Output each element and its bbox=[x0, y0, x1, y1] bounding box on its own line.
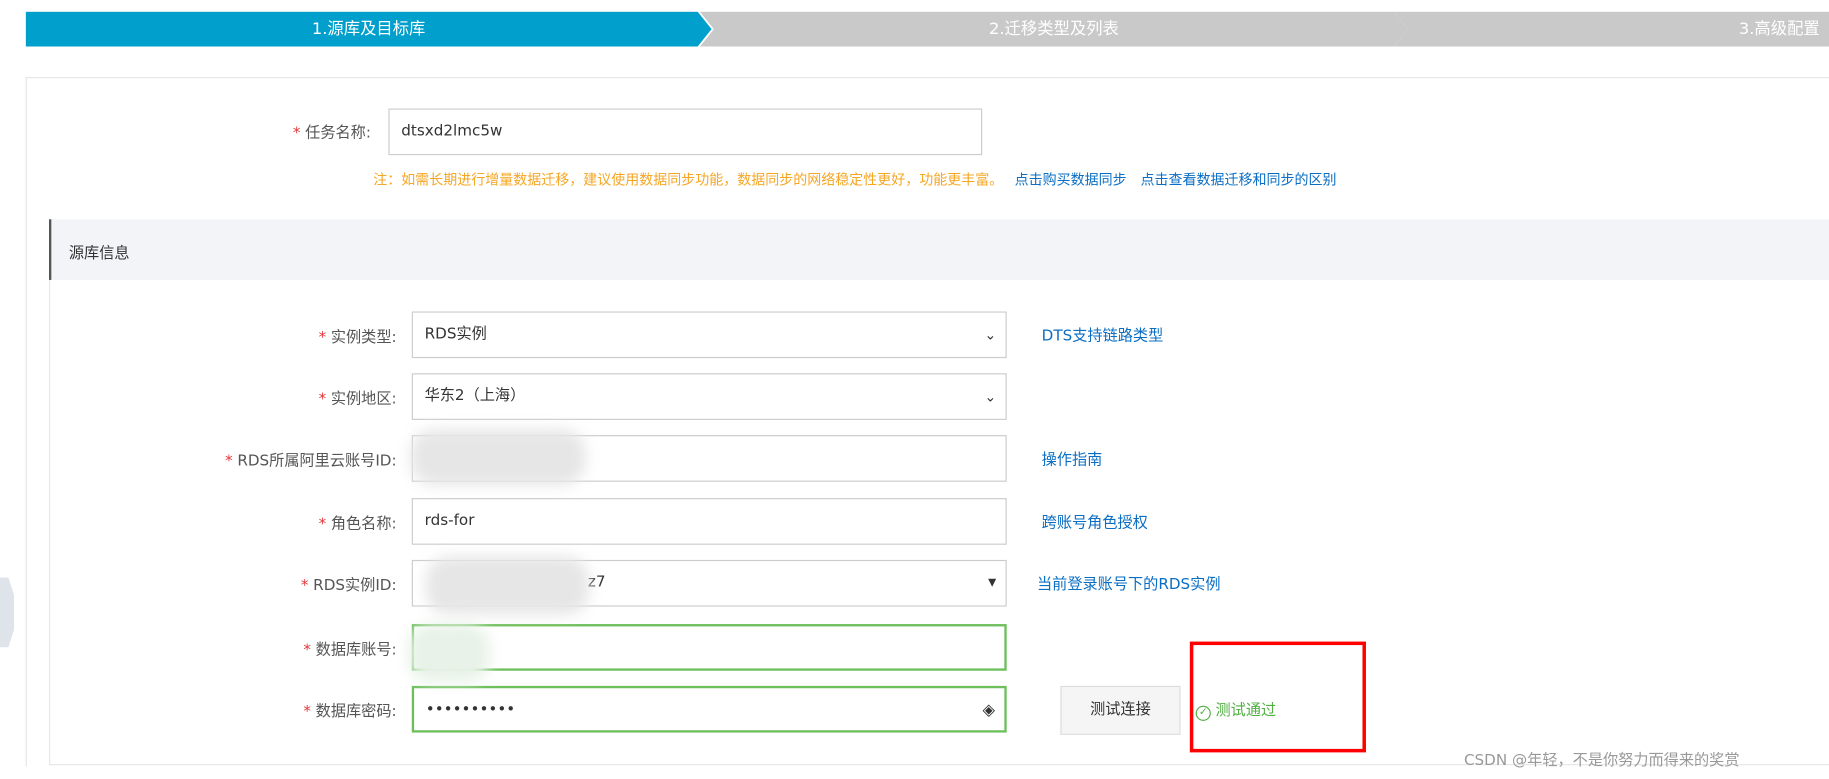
role-name-value: rds-for bbox=[424, 512, 475, 530]
buy-sync-link[interactable]: 点击购买数据同步 bbox=[1015, 171, 1127, 187]
compare-link[interactable]: 点击查看数据迁移和同步的区别 bbox=[1140, 171, 1336, 187]
divider bbox=[48, 279, 51, 766]
step-label: 1.源库及目标库 bbox=[311, 19, 426, 39]
task-name-input[interactable]: dtsxd2lmc5w bbox=[388, 108, 983, 156]
db-password-input[interactable]: •••••••••• ◈ bbox=[411, 685, 1007, 733]
eye-toggle-icon[interactable]: ◈ bbox=[982, 688, 995, 732]
chevron-down-icon: ⌄ bbox=[984, 326, 997, 343]
db-account-input[interactable] bbox=[411, 624, 1007, 671]
instance-id-value: z7 bbox=[587, 573, 606, 592]
task-name-value: dtsxd2lmc5w bbox=[401, 122, 503, 140]
instance-type-value: RDS实例 bbox=[424, 325, 487, 343]
db-password-label: * 数据库密码: bbox=[303, 703, 397, 721]
button-label: 测试连接 bbox=[1090, 701, 1151, 719]
step-3: 3.高级配置 bbox=[1393, 11, 1829, 47]
db-account-label: * 数据库账号: bbox=[303, 641, 397, 660]
instance-region-select[interactable]: 华东2（上海） ⌄ bbox=[411, 373, 1007, 420]
instance-region-value: 华东2（上海） bbox=[424, 387, 526, 405]
instance-region-label: * 实例地区: bbox=[318, 390, 397, 409]
redacted-area bbox=[408, 624, 490, 683]
highlight-box bbox=[1189, 641, 1366, 753]
account-id-help-link[interactable]: 操作指南 bbox=[1042, 447, 1103, 468]
instance-type-label: * 实例类型: bbox=[318, 328, 397, 347]
instance-id-help-link[interactable]: 当前登录账号下的RDS实例 bbox=[1037, 572, 1220, 593]
step-label: 2.迁移类型及列表 bbox=[988, 19, 1119, 39]
role-name-help-link[interactable]: 跨账号角色授权 bbox=[1042, 510, 1148, 531]
section-title: 源库信息 bbox=[68, 244, 130, 263]
section-header: 源库信息 bbox=[48, 219, 1829, 280]
watermark: CSDN @年轻，不是你努力而得来的奖赏 bbox=[1463, 752, 1740, 770]
step-label: 3.高级配置 bbox=[1738, 19, 1820, 39]
instance-type-help-link[interactable]: DTS支持链路类型 bbox=[1042, 323, 1164, 345]
side-tab-handle[interactable] bbox=[0, 577, 14, 648]
test-connection-button[interactable]: 测试连接 bbox=[1060, 685, 1181, 735]
role-name-input[interactable]: rds-for bbox=[411, 498, 1007, 545]
note-text: 注：如需长期进行增量数据迁移，建议使用数据同步功能，数据同步的网络稳定性更好，功… bbox=[373, 171, 1004, 188]
chevron-down-icon: ⌄ bbox=[984, 388, 997, 405]
step-2: 2.迁移类型及列表 bbox=[699, 11, 1408, 47]
role-name-label: * 角色名称: bbox=[318, 515, 397, 534]
caret-down-icon: ▼ bbox=[988, 577, 997, 590]
step-1: 1.源库及目标库 bbox=[25, 11, 712, 47]
instance-type-select[interactable]: RDS实例 ⌄ bbox=[411, 311, 1007, 359]
task-name-label: * 任务名称: bbox=[292, 124, 371, 143]
db-password-value: •••••••••• bbox=[425, 701, 516, 719]
account-id-label: * RDS所属阿里云账号ID: bbox=[225, 452, 397, 471]
redacted-area bbox=[410, 429, 586, 486]
instance-id-label: * RDS实例ID: bbox=[300, 577, 397, 595]
note: 注：如需长期进行增量数据迁移，建议使用数据同步功能，数据同步的网络稳定性更好，功… bbox=[373, 169, 1336, 189]
redacted-area bbox=[425, 556, 590, 615]
